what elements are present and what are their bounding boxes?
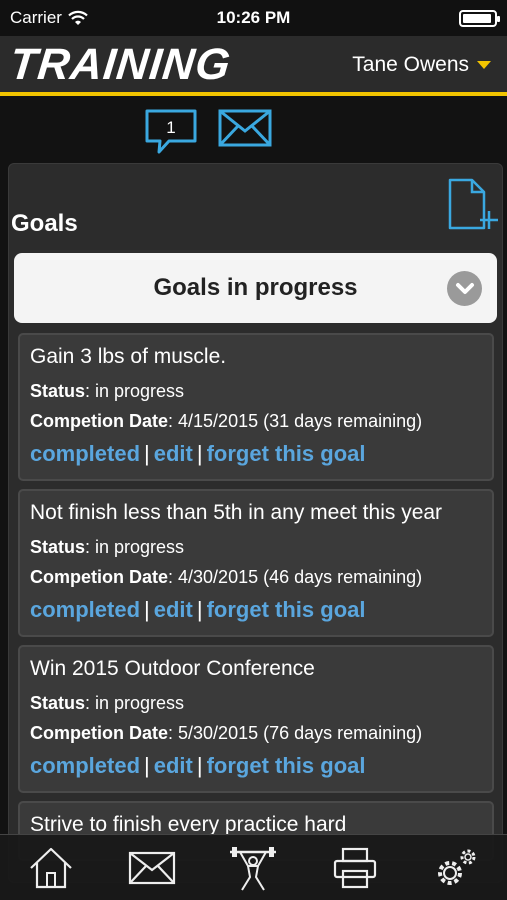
separator: |	[144, 441, 150, 466]
status-value: : in progress	[85, 381, 185, 401]
tab-home[interactable]	[21, 838, 81, 898]
forget-link[interactable]: forget this goal	[207, 753, 366, 778]
app-header: TRAINING Tane Owens	[0, 36, 507, 94]
date-value: : 5/30/2015 (76 days remaining)	[168, 723, 423, 743]
goal-filter-value: Goals in progress	[153, 274, 358, 301]
goal-date: Competion Date: 4/15/2015 (31 days remai…	[30, 411, 482, 432]
wifi-icon	[68, 10, 88, 25]
new-document-icon[interactable]	[446, 178, 500, 234]
goal-date: Competion Date: 5/30/2015 (76 days remai…	[30, 723, 482, 744]
bottom-tab-bar	[0, 834, 507, 900]
status-left: Carrier	[10, 8, 88, 28]
chevron-down-icon	[447, 271, 482, 306]
goal-filter-select[interactable]: Goals in progress	[14, 253, 497, 323]
forget-link[interactable]: forget this goal	[207, 597, 366, 622]
status-label: Status	[30, 381, 86, 401]
date-value: : 4/15/2015 (31 days remaining)	[168, 411, 423, 431]
date-value: : 4/30/2015 (46 days remaining)	[168, 567, 423, 587]
status-label: Status	[30, 537, 86, 557]
chat-bubble-icon[interactable]: 1	[143, 108, 199, 156]
app-logo: TRAINING	[7, 40, 234, 89]
separator: |	[196, 597, 203, 622]
date-label: Competion Date	[30, 567, 169, 587]
goal-status: Status: in progress	[30, 693, 482, 714]
goal-card: Win 2015 Outdoor Conference Status: in p…	[18, 645, 494, 793]
date-label: Competion Date	[30, 723, 169, 743]
separator: |	[196, 441, 203, 466]
goal-card: Not finish less than 5th in any meet thi…	[18, 489, 494, 637]
message-actions: 1	[143, 108, 273, 156]
goal-card: Gain 3 lbs of muscle. Status: in progres…	[18, 333, 494, 481]
separator: |	[144, 753, 150, 778]
goal-actions: completed | edit | forget this goal	[30, 597, 482, 623]
carrier-label: Carrier	[10, 8, 62, 27]
tab-training[interactable]	[223, 838, 283, 898]
separator: |	[144, 597, 150, 622]
status-bar: Carrier 10:26 PM	[0, 0, 507, 36]
edit-link[interactable]: edit	[154, 597, 193, 622]
caret-down-icon	[477, 61, 491, 69]
header-divider	[0, 92, 507, 96]
print-icon	[333, 847, 376, 888]
user-menu[interactable]: Tane Owens	[352, 53, 491, 77]
completed-link[interactable]: completed	[30, 597, 140, 622]
tab-settings[interactable]	[426, 838, 486, 898]
completed-link[interactable]: completed	[30, 753, 140, 778]
unread-count: 1	[166, 118, 175, 137]
mail-icon	[128, 851, 176, 884]
status-value: : in progress	[85, 537, 185, 557]
home-icon	[29, 847, 72, 888]
goal-actions: completed | edit | forget this goal	[30, 753, 482, 779]
weightlifter-icon	[230, 846, 277, 891]
page-title: Goals	[11, 210, 78, 237]
goal-date: Competion Date: 4/30/2015 (46 days remai…	[30, 567, 482, 588]
separator: |	[196, 753, 203, 778]
status-value: : in progress	[85, 693, 185, 713]
user-name: Tane Owens	[352, 53, 469, 76]
goal-title: Win 2015 Outdoor Conference	[30, 657, 315, 680]
edit-link[interactable]: edit	[154, 441, 193, 466]
forget-link[interactable]: forget this goal	[207, 441, 366, 466]
completed-link[interactable]: completed	[30, 441, 140, 466]
battery-icon	[459, 9, 500, 27]
date-label: Competion Date	[30, 411, 169, 431]
goal-title: Not finish less than 5th in any meet thi…	[30, 501, 443, 524]
goal-status: Status: in progress	[30, 537, 482, 558]
goal-status: Status: in progress	[30, 381, 482, 402]
goal-actions: completed | edit | forget this goal	[30, 441, 482, 467]
tab-print[interactable]	[325, 838, 385, 898]
tab-messages[interactable]	[122, 838, 182, 898]
goal-title: Gain 3 lbs of muscle.	[30, 345, 227, 368]
mail-icon[interactable]	[217, 108, 273, 148]
edit-link[interactable]: edit	[154, 753, 193, 778]
status-label: Status	[30, 693, 86, 713]
settings-icon	[438, 849, 476, 885]
